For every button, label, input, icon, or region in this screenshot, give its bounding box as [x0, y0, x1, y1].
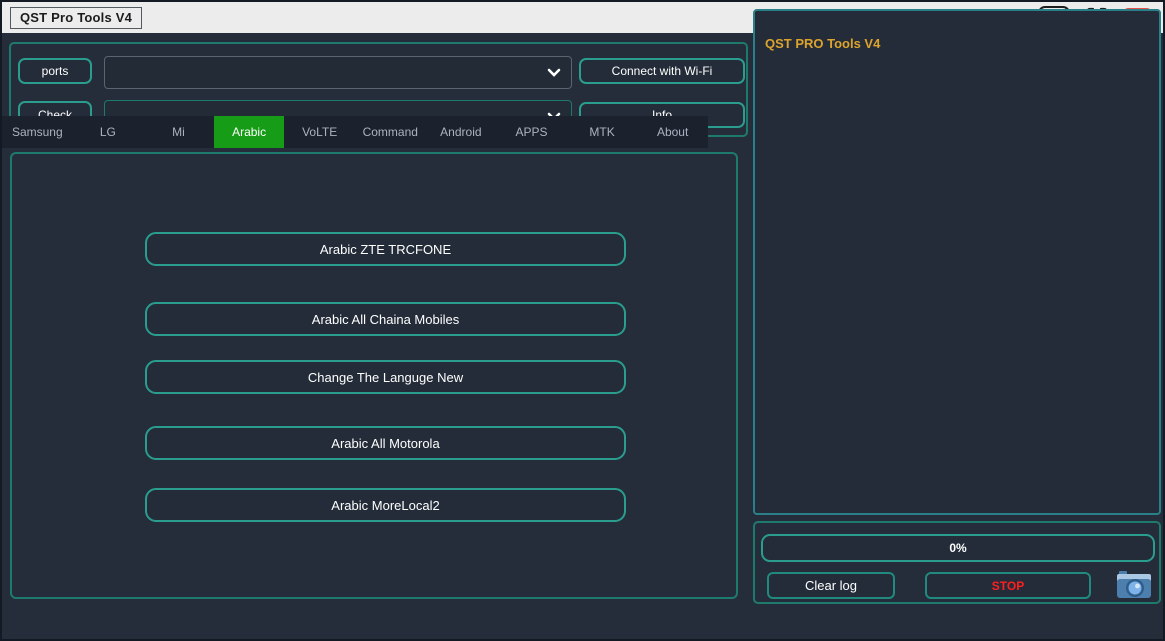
connect-wifi-button[interactable]: Connect with Wi-Fi [579, 58, 745, 84]
arabic-morelocal2-button[interactable]: Arabic MoreLocal2 [145, 488, 626, 522]
progress-bar: 0% [761, 534, 1155, 562]
port-dropdown[interactable] [104, 56, 572, 89]
ports-button[interactable]: ports [18, 58, 92, 84]
arabic-zte-trcfone-button[interactable]: Arabic ZTE TRCFONE [145, 232, 626, 266]
screenshot-camera-button[interactable] [1115, 567, 1153, 601]
progress-label: 0% [949, 541, 966, 555]
arabic-all-chaina-mobiles-button[interactable]: Arabic All Chaina Mobiles [145, 302, 626, 336]
tab-bar: Samsung LG Mi Arabic VoLTE Command Andro… [2, 116, 708, 148]
tab-apps[interactable]: APPS [496, 116, 567, 148]
main-content-panel: Arabic ZTE TRCFONE Arabic All Chaina Mob… [10, 152, 738, 599]
progress-panel: 0% Clear log STOP [753, 521, 1161, 604]
stop-button[interactable]: STOP [925, 572, 1091, 599]
tab-samsung[interactable]: Samsung [2, 116, 73, 148]
tab-lg[interactable]: LG [73, 116, 144, 148]
tab-command[interactable]: Command [355, 116, 426, 148]
app-title-label: QST Pro Tools V4 [10, 7, 142, 29]
clear-log-button[interactable]: Clear log [767, 572, 895, 599]
tab-volte[interactable]: VoLTE [284, 116, 355, 148]
change-the-languge-new-button[interactable]: Change The Languge New [145, 360, 626, 394]
chevron-down-icon [547, 68, 561, 77]
tab-mtk[interactable]: MTK [567, 116, 638, 148]
tab-mi[interactable]: Mi [143, 116, 214, 148]
camera-icon [1115, 567, 1153, 601]
tab-about[interactable]: About [637, 116, 708, 148]
tab-arabic[interactable]: Arabic [214, 116, 285, 148]
tab-android[interactable]: Android [426, 116, 497, 148]
app-window: QST Pro Tools V4 ports [0, 0, 1165, 641]
log-title: QST PRO Tools V4 [765, 36, 1149, 51]
arabic-all-motorola-button[interactable]: Arabic All Motorola [145, 426, 626, 460]
log-panel[interactable]: QST PRO Tools V4 [753, 9, 1161, 515]
